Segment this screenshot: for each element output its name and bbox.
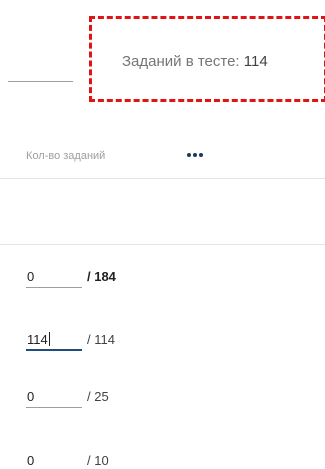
- input-underline: [26, 407, 82, 408]
- task-count-input-value: 0: [27, 453, 35, 468]
- task-count-input-value: 114: [27, 332, 50, 348]
- task-count-label: Заданий в тесте: 114: [122, 52, 268, 72]
- task-total-row-1: / 184: [87, 269, 116, 284]
- more-dot: [187, 153, 191, 157]
- input-underline-active: [26, 349, 82, 351]
- input-underline: [26, 287, 82, 288]
- task-total-row-2: / 114: [87, 332, 115, 347]
- task-count-label-text: Заданий в тесте:: [122, 53, 240, 70]
- column-header-task-count: Кол-во заданий: [26, 150, 106, 162]
- task-count-input-text: 114: [27, 332, 48, 347]
- task-count-input-row-1[interactable]: 0: [26, 268, 82, 288]
- header-divider: [0, 178, 325, 179]
- task-count-input-value: 0: [27, 269, 35, 284]
- text-cursor: [48, 332, 50, 346]
- task-count-input-row-3[interactable]: 0: [26, 388, 82, 408]
- top-field-underline[interactable]: [8, 81, 73, 82]
- task-count-value: 114: [243, 53, 268, 70]
- more-dot: [199, 153, 203, 157]
- task-total-row-3: / 25: [87, 389, 109, 404]
- task-count-input-row-4[interactable]: 0: [26, 449, 82, 469]
- task-count-input-row-2[interactable]: 114: [26, 331, 82, 351]
- more-dot: [193, 153, 197, 157]
- task-total-row-4: / 10: [87, 453, 109, 468]
- row-divider: [0, 244, 325, 245]
- more-horizontal-icon[interactable]: [181, 145, 209, 165]
- task-count-input-value: 0: [27, 389, 35, 404]
